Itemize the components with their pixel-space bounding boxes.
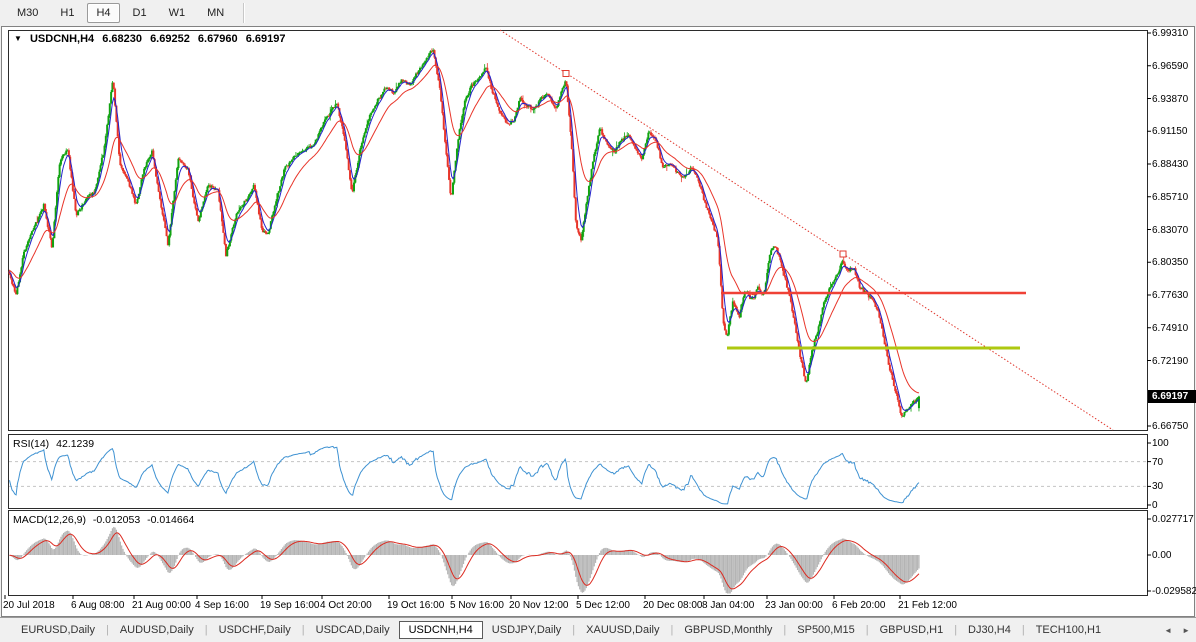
toolbar-separator (243, 3, 245, 23)
price-axis-label: 6.77630 (1152, 290, 1188, 301)
price-axis-label: 6.74910 (1152, 323, 1188, 334)
ohlc-high: 6.69252 (150, 33, 190, 45)
price-axis-label: 6.96590 (1152, 61, 1188, 72)
chart-tab-xauusd[interactable]: XAUUSD,Daily (577, 621, 668, 639)
macd-scale-label: -0.029582 (1152, 586, 1196, 597)
chart-title: ▼ USDCNH,H4 6.68230 6.69252 6.67960 6.69… (14, 33, 290, 45)
time-axis-label: 19 Sep 16:00 (260, 600, 320, 611)
chart-tab-dj30[interactable]: DJ30,H4 (959, 621, 1020, 639)
time-axis-label: 6 Aug 08:00 (71, 600, 124, 611)
price-axis-label: 6.88430 (1152, 159, 1188, 170)
tab-separator: | (203, 624, 210, 636)
chart-tab-tech100[interactable]: TECH100,H1 (1027, 621, 1110, 639)
current-price-badge: 6.69197 (1148, 390, 1196, 403)
tab-scroll-arrows: ◄ ► (1164, 626, 1196, 635)
timeframe-button-m30[interactable]: M30 (8, 3, 47, 23)
ohlc-open: 6.68230 (102, 33, 142, 45)
macd-name: MACD(12,26,9) (13, 514, 86, 526)
timeframe-button-d1[interactable]: D1 (124, 3, 156, 23)
rsi-scale-label: 0 (1152, 500, 1158, 511)
tab-separator: | (781, 624, 788, 636)
chart-tab-bar: EURUSD,Daily|AUDUSD,Daily|USDCHF,Daily|U… (0, 617, 1196, 642)
time-axis-label: 19 Oct 16:00 (387, 600, 444, 611)
time-axis-label: 20 Nov 12:00 (509, 600, 569, 611)
tab-separator: | (570, 624, 577, 636)
tab-scroll-left-icon[interactable]: ◄ (1164, 626, 1172, 635)
rsi-value: 42.1239 (56, 438, 94, 450)
symbol-dropdown-icon[interactable]: ▼ (14, 34, 22, 43)
mt4-workspace: M30H1H4D1W1MN ▼ USDCNH,H4 6.68230 6.6925… (0, 0, 1196, 642)
ohlc-close: 6.69197 (246, 33, 286, 45)
time-axis-label: 20 Dec 08:00 (643, 600, 703, 611)
timeframe-button-w1[interactable]: W1 (160, 3, 195, 23)
price-axis-label: 6.80350 (1152, 257, 1188, 268)
price-axis-label: 6.66750 (1152, 421, 1188, 432)
timeframe-toolbar: M30H1H4D1W1MN (0, 0, 1196, 26)
tab-separator: | (864, 624, 871, 636)
price-axis-label: 6.72190 (1152, 356, 1188, 367)
chart-window (1, 26, 1195, 617)
time-axis-label: 20 Jul 2018 (3, 600, 55, 611)
chart-tab-gbpusd[interactable]: GBPUSD,H1 (871, 621, 953, 639)
macd-scale-label: 0.00 (1152, 550, 1171, 561)
macd-scale-label: 0.027717 (1152, 514, 1194, 525)
rsi-name: RSI(14) (13, 438, 49, 450)
price-axis-label: 6.99310 (1152, 28, 1188, 39)
chart-tab-usdjpy[interactable]: USDJPY,Daily (483, 621, 571, 639)
price-axis-label: 6.93870 (1152, 94, 1188, 105)
chart-tab-audusd[interactable]: AUDUSD,Daily (111, 621, 203, 639)
tab-separator: | (669, 624, 676, 636)
macd-value-main: -0.012053 (93, 514, 140, 526)
price-axis-label: 6.91150 (1152, 126, 1187, 137)
chart-tab-gbpusd[interactable]: GBPUSD,Monthly (675, 621, 781, 639)
tab-separator: | (300, 624, 307, 636)
time-axis-label: 21 Feb 12:00 (898, 600, 957, 611)
chart-tab-usdcad[interactable]: USDCAD,Daily (307, 621, 399, 639)
ohlc-low: 6.67960 (198, 33, 238, 45)
chart-tab-sp500[interactable]: SP500,M15 (788, 621, 863, 639)
chart-tab-usdcnh[interactable]: USDCNH,H4 (399, 621, 483, 639)
symbol-label: USDCNH,H4 (30, 33, 94, 45)
tab-separator: | (1020, 624, 1027, 636)
timeframe-button-h4[interactable]: H4 (87, 3, 119, 23)
tab-separator: | (104, 624, 111, 636)
macd-label: MACD(12,26,9) -0.012053 -0.014664 (13, 514, 198, 526)
rsi-scale-label: 100 (1152, 438, 1169, 449)
macd-value-signal: -0.014664 (147, 514, 194, 526)
price-axis-label: 6.85710 (1152, 192, 1188, 203)
rsi-scale-label: 70 (1152, 457, 1163, 468)
time-axis-label: 8 Jan 04:00 (702, 600, 754, 611)
time-axis-label: 4 Oct 20:00 (320, 600, 372, 611)
timeframe-button-mn[interactable]: MN (198, 3, 233, 23)
time-axis-label: 21 Aug 00:00 (132, 600, 191, 611)
price-axis-label: 6.83070 (1152, 225, 1188, 236)
chart-tab-eurusd[interactable]: EURUSD,Daily (12, 621, 104, 639)
time-axis-label: 6 Feb 20:00 (832, 600, 885, 611)
time-axis-label: 4 Sep 16:00 (195, 600, 249, 611)
time-axis-label: 23 Jan 00:00 (765, 600, 823, 611)
tab-scroll-right-icon[interactable]: ► (1182, 626, 1190, 635)
rsi-label: RSI(14) 42.1239 (13, 438, 98, 450)
rsi-scale-label: 30 (1152, 481, 1163, 492)
chart-tab-usdchf[interactable]: USDCHF,Daily (210, 621, 300, 639)
tabs-holder: EURUSD,Daily|AUDUSD,Daily|USDCHF,Daily|U… (12, 621, 1110, 639)
time-axis-label: 5 Dec 12:00 (576, 600, 630, 611)
timeframe-button-h1[interactable]: H1 (51, 3, 83, 23)
tab-separator: | (952, 624, 959, 636)
time-axis-label: 5 Nov 16:00 (450, 600, 504, 611)
